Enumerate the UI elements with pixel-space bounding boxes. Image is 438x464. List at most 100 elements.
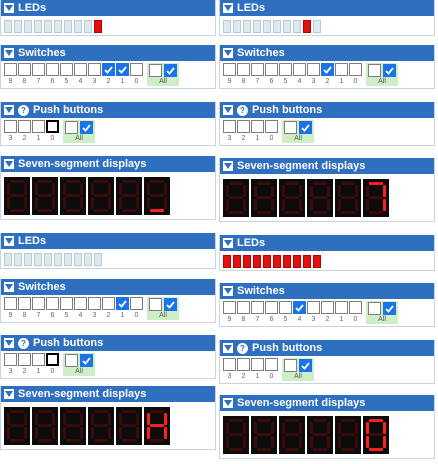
switches-none-checkbox[interactable] xyxy=(368,302,381,315)
switch-checkbox-9[interactable] xyxy=(4,63,17,76)
push-button-checkbox-3[interactable] xyxy=(4,120,17,133)
switch-checkbox-6[interactable] xyxy=(46,297,59,310)
switches-panel-header[interactable]: Switches xyxy=(1,279,215,295)
chevron-down-icon[interactable] xyxy=(223,161,233,171)
chevron-down-icon[interactable] xyxy=(4,3,14,13)
help-circle-icon[interactable]: ? xyxy=(18,337,29,349)
chevron-down-icon[interactable] xyxy=(223,105,233,115)
push-button-checkbox-0[interactable] xyxy=(46,353,59,366)
push-buttons-all-checkbox[interactable] xyxy=(299,359,312,372)
push-buttons-none-checkbox[interactable] xyxy=(284,359,297,372)
push-button-checkbox-2[interactable] xyxy=(18,353,31,366)
switch-checkbox-4[interactable] xyxy=(293,301,306,314)
push-buttons-none-checkbox[interactable] xyxy=(65,121,78,134)
push-buttons-all-checkbox[interactable] xyxy=(80,354,93,367)
seven-segment-panel-header[interactable]: Seven-segment displays xyxy=(220,158,434,174)
push-buttons-panel-header[interactable]: ? Push buttons xyxy=(220,340,434,356)
switch-checkbox-4[interactable] xyxy=(74,63,87,76)
leds-panel-header[interactable]: LEDs xyxy=(220,235,434,251)
switch-checkbox-8[interactable] xyxy=(237,301,250,314)
seven-segment-panel-header[interactable]: Seven-segment displays xyxy=(220,395,434,411)
switch-checkbox-8[interactable] xyxy=(237,63,250,76)
chevron-down-icon[interactable] xyxy=(223,286,233,296)
switch-checkbox-4[interactable] xyxy=(293,63,306,76)
push-button-checkbox-3[interactable] xyxy=(4,353,17,366)
switch-checkbox-5[interactable] xyxy=(279,301,292,314)
switch-checkbox-7[interactable] xyxy=(32,63,45,76)
push-button-checkbox-1[interactable] xyxy=(32,120,45,133)
chevron-down-icon[interactable] xyxy=(4,105,14,115)
switch-checkbox-0[interactable] xyxy=(130,297,143,310)
chevron-down-icon[interactable] xyxy=(223,48,233,58)
switch-checkbox-8[interactable] xyxy=(18,63,31,76)
chevron-down-icon[interactable] xyxy=(223,343,233,353)
switches-none-checkbox[interactable] xyxy=(149,64,162,77)
leds-panel-header[interactable]: LEDs xyxy=(1,0,215,16)
push-button-checkbox-1[interactable] xyxy=(32,353,45,366)
push-buttons-all-checkbox[interactable] xyxy=(80,121,93,134)
switch-checkbox-9[interactable] xyxy=(223,301,236,314)
chevron-down-icon[interactable] xyxy=(223,3,233,13)
help-circle-icon[interactable]: ? xyxy=(237,104,248,116)
switch-checkbox-0[interactable] xyxy=(349,301,362,314)
chevron-down-icon[interactable] xyxy=(4,236,14,246)
chevron-down-icon[interactable] xyxy=(4,159,14,169)
switch-checkbox-4[interactable] xyxy=(74,297,87,310)
seven-segment-panel-header[interactable]: Seven-segment displays xyxy=(1,156,215,172)
chevron-down-icon[interactable] xyxy=(4,389,14,399)
switches-panel-header[interactable]: Switches xyxy=(220,283,434,299)
seven-segment-panel-header[interactable]: Seven-segment displays xyxy=(1,386,215,402)
switch-checkbox-8[interactable] xyxy=(18,297,31,310)
switches-none-checkbox[interactable] xyxy=(368,64,381,77)
switch-checkbox-0[interactable] xyxy=(349,63,362,76)
switches-panel-header[interactable]: Switches xyxy=(220,45,434,61)
switch-checkbox-5[interactable] xyxy=(279,63,292,76)
switch-checkbox-5[interactable] xyxy=(60,297,73,310)
leds-panel-header[interactable]: LEDs xyxy=(220,0,434,16)
push-button-checkbox-0[interactable] xyxy=(265,358,278,371)
switch-checkbox-7[interactable] xyxy=(32,297,45,310)
help-circle-icon[interactable]: ? xyxy=(237,342,248,354)
switch-checkbox-6[interactable] xyxy=(265,301,278,314)
push-button-checkbox-2[interactable] xyxy=(237,358,250,371)
switch-checkbox-1[interactable] xyxy=(335,63,348,76)
push-buttons-panel-header[interactable]: ? Push buttons xyxy=(1,102,215,118)
push-button-checkbox-0[interactable] xyxy=(265,120,278,133)
help-circle-icon[interactable]: ? xyxy=(18,104,29,116)
chevron-down-icon[interactable] xyxy=(4,282,14,292)
push-buttons-panel-header[interactable]: ? Push buttons xyxy=(220,102,434,118)
switch-checkbox-9[interactable] xyxy=(223,63,236,76)
push-button-checkbox-3[interactable] xyxy=(223,358,236,371)
switch-checkbox-3[interactable] xyxy=(307,301,320,314)
switch-checkbox-7[interactable] xyxy=(251,301,264,314)
push-buttons-none-checkbox[interactable] xyxy=(284,121,297,134)
chevron-down-icon[interactable] xyxy=(4,338,14,348)
switch-checkbox-6[interactable] xyxy=(46,63,59,76)
push-button-checkbox-1[interactable] xyxy=(251,120,264,133)
switches-all-checkbox[interactable] xyxy=(383,64,396,77)
chevron-down-icon[interactable] xyxy=(223,238,233,248)
push-button-checkbox-2[interactable] xyxy=(237,120,250,133)
switch-checkbox-6[interactable] xyxy=(265,63,278,76)
switch-checkbox-3[interactable] xyxy=(88,63,101,76)
push-buttons-panel-header[interactable]: ? Push buttons xyxy=(1,335,215,351)
push-button-checkbox-0[interactable] xyxy=(46,120,59,133)
switch-checkbox-2[interactable] xyxy=(321,63,334,76)
switch-checkbox-7[interactable] xyxy=(251,63,264,76)
push-button-checkbox-2[interactable] xyxy=(18,120,31,133)
switches-all-checkbox[interactable] xyxy=(164,64,177,77)
push-button-checkbox-1[interactable] xyxy=(251,358,264,371)
switch-checkbox-0[interactable] xyxy=(130,63,143,76)
switch-checkbox-2[interactable] xyxy=(102,63,115,76)
switch-checkbox-1[interactable] xyxy=(116,297,129,310)
switch-checkbox-2[interactable] xyxy=(102,297,115,310)
chevron-down-icon[interactable] xyxy=(4,48,14,58)
switches-all-checkbox[interactable] xyxy=(383,302,396,315)
push-button-checkbox-3[interactable] xyxy=(223,120,236,133)
chevron-down-icon[interactable] xyxy=(223,398,233,408)
switch-checkbox-1[interactable] xyxy=(335,301,348,314)
switch-checkbox-5[interactable] xyxy=(60,63,73,76)
switch-checkbox-3[interactable] xyxy=(307,63,320,76)
switch-checkbox-3[interactable] xyxy=(88,297,101,310)
switches-none-checkbox[interactable] xyxy=(149,298,162,311)
